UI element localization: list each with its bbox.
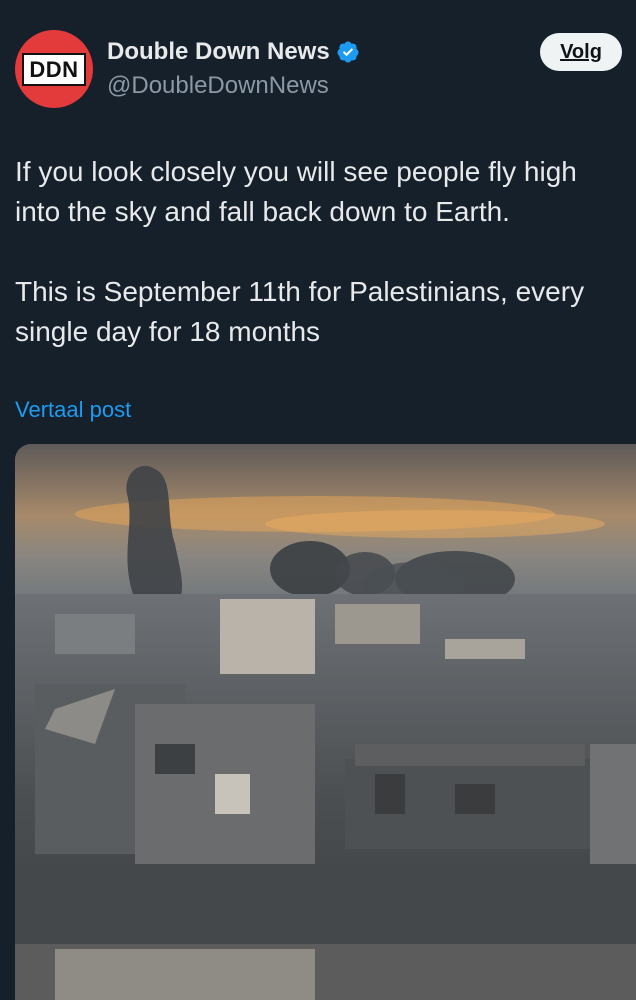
post-header: DDN Double Down News @DoubleDownNews Vol… xyxy=(15,30,622,110)
avatar-logo: DDN xyxy=(22,52,86,86)
translate-post-link[interactable]: Vertaal post xyxy=(15,397,131,423)
photo-icon xyxy=(15,444,636,1000)
avatar[interactable]: DDN xyxy=(15,30,93,108)
author-info: Double Down News @DoubleDownNews xyxy=(107,38,360,100)
name-row: Double Down News xyxy=(107,38,360,66)
post-paragraph: If you look closely you will see people … xyxy=(15,156,577,227)
verified-badge-icon xyxy=(337,41,359,63)
handle[interactable]: @DoubleDownNews xyxy=(107,72,360,100)
post-text: If you look closely you will see people … xyxy=(15,152,625,352)
post-paragraph: This is September 11th for Palestinians,… xyxy=(15,276,585,347)
display-name[interactable]: Double Down News xyxy=(107,38,330,66)
post-media-image[interactable] xyxy=(15,444,636,1000)
follow-button[interactable]: Volg xyxy=(540,33,622,71)
